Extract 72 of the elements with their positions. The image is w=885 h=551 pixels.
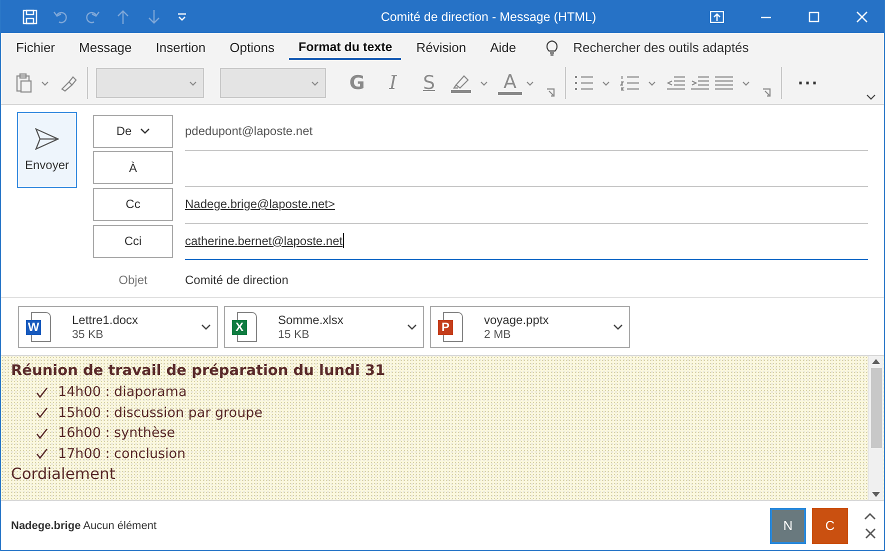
check-icon: [36, 407, 48, 418]
ribbon-tab[interactable]: Fichier: [7, 34, 64, 60]
contact-avatar[interactable]: C: [812, 508, 848, 544]
contact-avatar[interactable]: N: [770, 508, 806, 544]
file-size: 15 KB: [278, 328, 310, 340]
caret-icon[interactable]: [407, 324, 417, 330]
save-icon[interactable]: [22, 8, 38, 24]
check-icon: [36, 428, 48, 439]
from-field[interactable]: pdedupont@laposte.net: [185, 112, 868, 151]
file-name: Somme.xlsx: [278, 312, 344, 326]
ribbon-tab[interactable]: Format du texte: [289, 35, 402, 60]
address-field[interactable]: Nadege.brige@laposte.net>: [185, 185, 868, 224]
increase-indent-icon[interactable]: [690, 75, 710, 91]
file-size: 35 KB: [72, 328, 104, 340]
file-size: 2 MB: [484, 328, 512, 340]
address-field[interactable]: catherine.bernet@laposte.net: [185, 222, 868, 260]
recipient-button[interactable]: À: [93, 151, 173, 184]
ribbon-tab[interactable]: Aide: [481, 34, 526, 60]
caret-icon: [140, 128, 150, 134]
ribbon-tab[interactable]: Révision: [407, 34, 476, 60]
list-item: 14h00 : diaporama: [58, 383, 187, 402]
ribbon-tab[interactable]: Insertion: [146, 34, 215, 60]
people-pane-text: Nadege.brige Aucun élément: [11, 520, 158, 532]
format-painter-icon[interactable]: [59, 74, 79, 92]
dialog-launcher-icon[interactable]: [762, 88, 771, 96]
close-icon[interactable]: [864, 528, 876, 539]
more-button[interactable]: ···: [798, 72, 819, 94]
numbered-list-icon[interactable]: [620, 75, 640, 91]
scrollbar[interactable]: [868, 356, 883, 500]
recipient-button[interactable]: Cc: [93, 188, 173, 221]
recipient-button[interactable]: Cci: [93, 224, 173, 258]
decrease-indent-icon[interactable]: [666, 75, 686, 91]
list-item: 17h00 : conclusion: [58, 444, 186, 464]
list-item: 15h00 : discussion par groupe: [58, 404, 262, 422]
attachment-card[interactable]: X Somme.xlsx 15 KB: [224, 306, 424, 348]
file-name: Lettre1.docx: [72, 312, 140, 326]
collapse-ribbon-icon[interactable]: [866, 94, 876, 100]
window-title: Comité de direction - Message (HTML): [380, 10, 598, 24]
scroll-down-icon[interactable]: [872, 492, 880, 497]
scroll-up-icon[interactable]: [872, 359, 880, 364]
file-name: voyage.pptx: [484, 312, 550, 326]
list-item: 16h00 : synthèse: [58, 424, 176, 443]
bullet-list-icon[interactable]: [574, 75, 594, 91]
paste-icon[interactable]: [15, 73, 33, 93]
attachment-card[interactable]: W Lettre1.docx 35 KB: [18, 306, 218, 348]
caret-icon[interactable]: [613, 324, 623, 330]
send-icon: [35, 128, 59, 150]
closing-text: Cordialement: [11, 464, 116, 485]
align-icon[interactable]: [714, 75, 734, 91]
check-icon: [36, 448, 48, 460]
search-tools-field[interactable]: Rechercher des outils adaptés: [573, 40, 749, 55]
maximize-icon[interactable]: [808, 10, 820, 22]
ribbon-tab[interactable]: Options: [220, 34, 284, 60]
subject-label: Objet: [118, 272, 148, 287]
up-arrow-icon[interactable]: [115, 8, 131, 24]
dialog-launcher-icon[interactable]: [546, 88, 555, 96]
lightbulb-icon: [545, 38, 560, 56]
highlighter-icon[interactable]: [450, 73, 472, 93]
recipient-link[interactable]: catherine.bernet@laposte.net: [185, 234, 343, 248]
subject-field[interactable]: Comité de direction: [185, 260, 868, 299]
check-icon: [36, 386, 48, 398]
send-button[interactable]: Envoyer: [17, 112, 77, 188]
caret-icon[interactable]: [201, 324, 211, 330]
body-heading: Réunion de travail de préparation du lundi 31: [11, 362, 386, 381]
recipient-link[interactable]: Nadege.brige@laposte.net>: [185, 196, 335, 211]
expand-up-icon[interactable]: [864, 512, 876, 520]
from-button[interactable]: De: [93, 114, 173, 148]
customize-icon[interactable]: [177, 12, 187, 20]
ribbon-display-icon[interactable]: [710, 10, 724, 22]
attachment-card[interactable]: P voyage.pptx 2 MB: [430, 306, 630, 348]
ribbon-tab[interactable]: Message: [70, 34, 141, 60]
down-arrow-icon[interactable]: [146, 8, 162, 24]
